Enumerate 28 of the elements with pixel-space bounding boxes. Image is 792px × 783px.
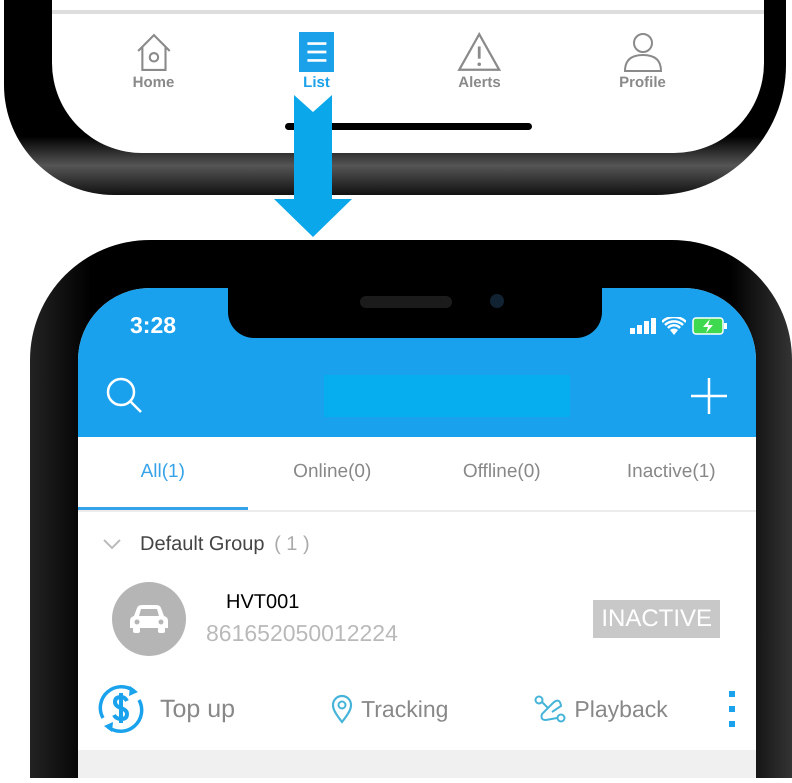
warning-icon bbox=[457, 32, 502, 72]
car-icon bbox=[129, 604, 169, 634]
filter-tab[interactable]: Online(0) bbox=[248, 437, 417, 510]
filter-tab[interactable]: Offline(0) bbox=[417, 437, 586, 510]
filter-tab[interactable]: Inactive(1) bbox=[586, 437, 756, 510]
nav-tab[interactable]: List bbox=[235, 32, 398, 91]
device-imei: 861652050012224 bbox=[206, 620, 399, 647]
add-icon[interactable] bbox=[690, 377, 728, 415]
home-icon bbox=[134, 32, 172, 72]
action-button[interactable]: Top up bbox=[94, 682, 236, 736]
route-icon bbox=[534, 694, 566, 724]
list-icon bbox=[298, 32, 334, 72]
person-icon bbox=[622, 32, 662, 72]
status-time: 3:28 bbox=[130, 312, 176, 339]
nav-tab[interactable]: Home bbox=[72, 32, 235, 91]
location-pin-icon bbox=[331, 694, 354, 724]
nav-tab[interactable]: Profile bbox=[561, 32, 724, 91]
nav-tab[interactable]: Alerts bbox=[398, 32, 561, 91]
group-count: ( 1 ) bbox=[274, 532, 310, 554]
more-icon[interactable] bbox=[728, 690, 736, 728]
signal-icon bbox=[630, 318, 656, 334]
device-name: HVT001 bbox=[226, 591, 300, 614]
battery-charging-icon bbox=[692, 316, 728, 334]
search-icon[interactable] bbox=[106, 377, 144, 415]
action-button[interactable]: Tracking bbox=[331, 694, 448, 724]
wifi-icon bbox=[662, 316, 686, 334]
group-name: Default Group bbox=[140, 532, 265, 554]
action-button[interactable]: Playback bbox=[534, 694, 668, 724]
